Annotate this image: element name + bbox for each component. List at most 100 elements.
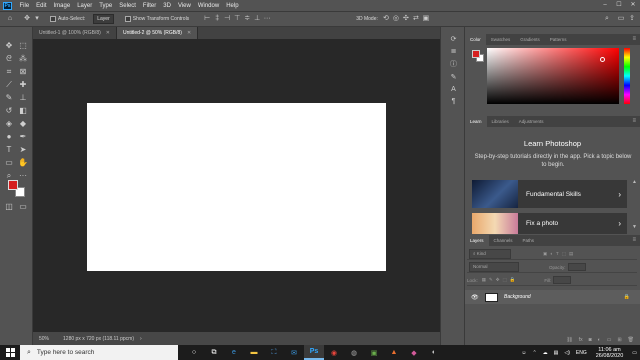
close-icon[interactable]: ✕ <box>187 27 191 39</box>
tab-libraries[interactable]: Libraries <box>487 116 514 127</box>
app-icon-4[interactable]: ◆ <box>404 345 424 360</box>
auto-select-dropdown[interactable]: Layer <box>93 14 114 24</box>
shape-tool-icon[interactable]: ▭ <box>4 158 14 168</box>
app-icon-1[interactable]: ◍ <box>344 345 364 360</box>
lock-icons[interactable]: ▦✎✥⬚🔒 <box>482 277 519 283</box>
tab-adjustments[interactable]: Adjustments <box>514 116 549 127</box>
type-tool-icon[interactable]: T <box>4 145 14 155</box>
volume-icon[interactable]: ◁) <box>564 350 570 356</box>
path-selection-tool-icon[interactable]: ➤ <box>18 145 28 155</box>
brushes-icon[interactable]: ✎ <box>449 73 458 82</box>
info-icon[interactable]: ⓘ <box>449 60 458 69</box>
crop-tool-icon[interactable]: ⌗ <box>4 67 14 77</box>
search-icon[interactable]: ⌕ <box>603 15 611 23</box>
tab-learn[interactable]: Learn <box>465 116 487 127</box>
hue-slider[interactable] <box>624 48 630 104</box>
people-icon[interactable]: ☺ <box>521 350 526 356</box>
language-indicator[interactable]: ENG <box>576 350 587 356</box>
menu-select[interactable]: Select <box>116 3 140 9</box>
auto-select-checkbox[interactable] <box>50 16 56 22</box>
more-tools-icon[interactable]: ··· <box>18 171 28 181</box>
chevron-right-icon[interactable]: › <box>140 336 142 342</box>
file-explorer-icon[interactable]: ▬ <box>244 345 264 360</box>
tab-channels[interactable]: Channels <box>489 235 518 246</box>
learn-card-fix-a-photo[interactable]: Fix a photo › <box>472 213 627 234</box>
hand-tool-icon[interactable]: ✋ <box>18 158 28 168</box>
brush-tool-icon[interactable]: ✎ <box>4 93 14 103</box>
zoom-level[interactable]: 50% <box>39 336 49 342</box>
foreground-color-swatch[interactable] <box>472 50 480 58</box>
app-icon-2[interactable]: ▣ <box>364 345 384 360</box>
chrome-icon[interactable]: ◉ <box>324 345 344 360</box>
align-left-icon[interactable]: ⊢ <box>203 15 211 23</box>
tab-layers[interactable]: Layers <box>465 235 489 246</box>
color-picker-marker[interactable] <box>600 57 605 62</box>
tray-chevron-up-icon[interactable]: ⌃ <box>532 350 536 356</box>
tab-untitled-1[interactable]: Untitled-1 @ 100% (RGB/8) ✕ <box>33 27 117 39</box>
trash-icon[interactable]: 🗑 <box>628 337 634 343</box>
show-transform-checkbox[interactable] <box>124 16 131 22</box>
panel-menu-icon[interactable]: ≡ <box>632 116 636 127</box>
3d-orbit-icon[interactable]: ⟲ <box>382 15 390 23</box>
screen-mode-icon[interactable]: ▭ <box>18 202 28 212</box>
color-field[interactable] <box>487 48 619 104</box>
menu-image[interactable]: Image <box>50 3 74 9</box>
filter-kind-dropdown[interactable]: ⌕ Kind <box>469 249 511 259</box>
blur-tool-icon[interactable]: ◆ <box>18 119 28 129</box>
character-icon[interactable]: A <box>449 85 458 94</box>
move-tool-icon[interactable]: ✥ <box>23 15 31 23</box>
group-icon[interactable]: ▭ <box>607 337 612 343</box>
menu-filter[interactable]: Filter <box>139 3 159 9</box>
share-icon[interactable]: ⇪ <box>628 15 636 23</box>
tab-color[interactable]: Color <box>465 34 486 45</box>
pen-tool-icon[interactable]: ✒ <box>18 132 28 142</box>
lasso-tool-icon[interactable]: ᘓ <box>4 54 14 64</box>
link-icon[interactable]: ⛓ <box>566 337 572 343</box>
align-center-icon[interactable]: ‡ <box>213 15 221 23</box>
photoshop-taskbar-icon[interactable]: Ps <box>304 345 324 360</box>
eyedropper-tool-icon[interactable]: ⟋ <box>4 80 14 90</box>
align-middle-icon[interactable]: ≑ <box>243 15 251 23</box>
frame-tool-icon[interactable]: ⊠ <box>18 67 28 77</box>
menu-3d[interactable]: 3D <box>160 3 175 9</box>
paint-bucket-tool-icon[interactable]: ◈ <box>4 119 14 129</box>
3d-pan-icon[interactable]: ✣ <box>402 15 410 23</box>
clone-stamp-tool-icon[interactable]: ⊥ <box>18 93 28 103</box>
home-icon[interactable]: ⌂ <box>6 15 14 23</box>
edge-icon[interactable]: e <box>224 345 244 360</box>
panel-menu-icon[interactable]: ≡ <box>632 235 636 246</box>
filter-icons[interactable]: ▣◐T⬚▤ <box>543 251 576 257</box>
app-icon-3[interactable]: ▲ <box>384 345 404 360</box>
app-icon-5[interactable]: ◐ <box>424 345 444 360</box>
align-top-icon[interactable]: ⊤ <box>233 15 241 23</box>
move-tool-icon[interactable]: ✥ <box>4 41 14 51</box>
foreground-color-swatch[interactable] <box>8 180 18 190</box>
3d-roll-icon[interactable]: ◎ <box>392 15 400 23</box>
3d-slide-icon[interactable]: ⇄ <box>412 15 420 23</box>
visibility-eye-icon[interactable]: 👁 <box>471 294 479 301</box>
close-icon[interactable]: ✕ <box>626 0 640 11</box>
menu-edit[interactable]: Edit <box>33 3 50 9</box>
align-right-icon[interactable]: ⊣ <box>223 15 231 23</box>
workspace-icon[interactable]: ▭ <box>617 15 625 23</box>
store-icon[interactable]: ⛶ <box>264 345 284 360</box>
menu-window[interactable]: Window <box>194 3 222 9</box>
layer-row-background[interactable]: 👁 Background 🔒 <box>465 290 640 304</box>
align-bottom-icon[interactable]: ⊥ <box>253 15 261 23</box>
clock[interactable]: 11:06 am 26/08/2020 <box>596 347 624 359</box>
more-options-icon[interactable]: ··· <box>263 15 271 23</box>
cloud-icon[interactable]: ☁ <box>543 350 548 356</box>
fx-icon[interactable]: fx <box>579 337 583 343</box>
dodge-tool-icon[interactable]: ● <box>4 132 14 142</box>
tab-untitled-2[interactable]: Untitled-2 @ 50% (RGB/8) ✕ <box>116 27 199 39</box>
panel-menu-icon[interactable]: ≡ <box>632 34 636 45</box>
tab-swatches[interactable]: Swatches <box>486 34 516 45</box>
document-canvas[interactable] <box>87 103 386 271</box>
cortana-icon[interactable]: ○ <box>184 345 204 360</box>
properties-icon[interactable]: ≣ <box>449 47 458 56</box>
history-brush-tool-icon[interactable]: ↺ <box>4 106 14 116</box>
quick-mask-icon[interactable]: ◫ <box>4 202 14 212</box>
network-icon[interactable]: ▤ <box>554 350 559 356</box>
tab-paths[interactable]: Paths <box>518 235 540 246</box>
tab-gradients[interactable]: Gradients <box>515 34 545 45</box>
